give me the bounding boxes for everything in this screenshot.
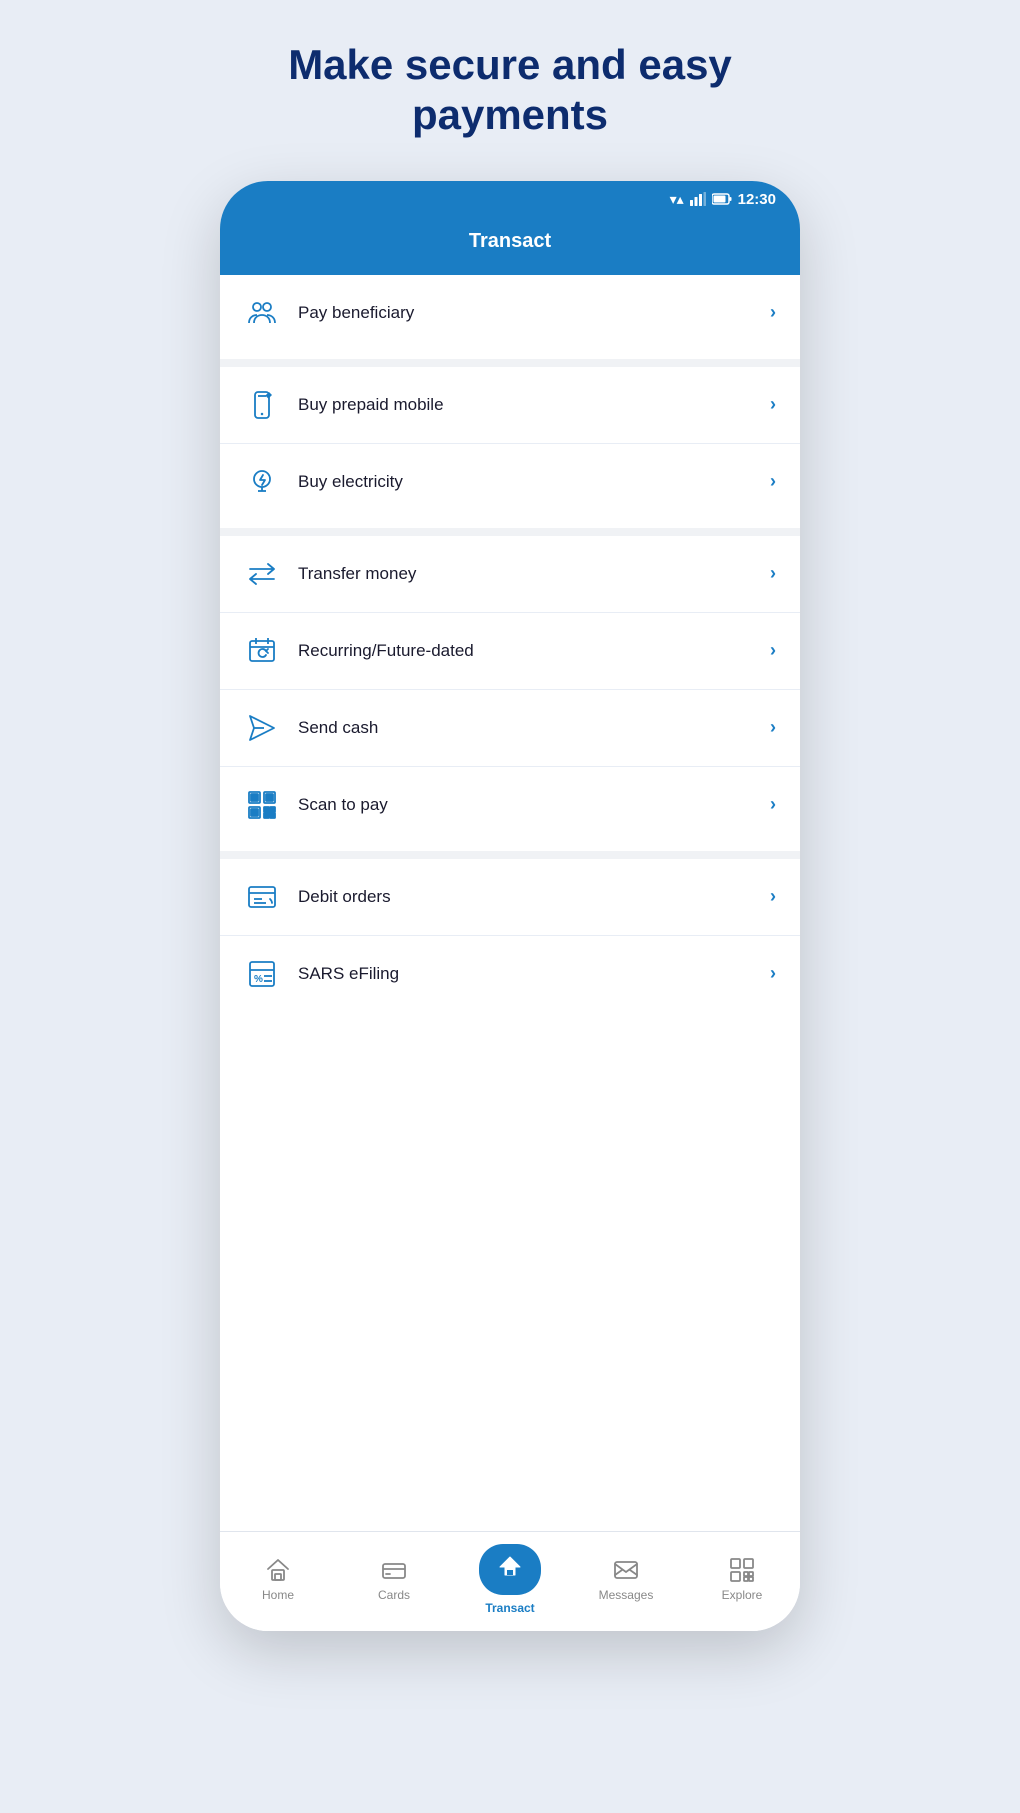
debit-orders-chevron: › xyxy=(770,886,776,907)
buy-prepaid-mobile-item[interactable]: Buy prepaid mobile › xyxy=(220,367,800,444)
svg-text:%: % xyxy=(254,974,263,985)
debit-orders-item[interactable]: Debit orders › xyxy=(220,859,800,936)
sars-efiling-item[interactable]: % SARS eFiling › xyxy=(220,936,800,1012)
section-4: Debit orders › % SARS eFiling › xyxy=(220,859,800,1012)
recurring-future-chevron: › xyxy=(770,640,776,661)
buy-electricity-chevron: › xyxy=(770,471,776,492)
battery-icon xyxy=(712,193,732,205)
transfer-money-label: Transfer money xyxy=(298,564,770,584)
sars-efiling-icon: % xyxy=(244,956,280,992)
section-3: Transfer money › Recurring/Future-dated … xyxy=(220,536,800,843)
content-area: Pay beneficiary › Buy prepaid xyxy=(220,275,800,1531)
nav-explore-label: Explore xyxy=(722,1588,763,1602)
status-bar: ▾▴ 12:30 xyxy=(220,181,800,214)
scan-to-pay-item[interactable]: Scan to pay › xyxy=(220,767,800,843)
transfer-money-chevron: › xyxy=(770,563,776,584)
phone-frame: ▾▴ 12:30 Transact xyxy=(220,181,800,1631)
nav-item-transact[interactable]: Transact xyxy=(470,1544,550,1615)
app-header-title: Transact xyxy=(469,230,551,252)
cards-icon xyxy=(380,1556,408,1584)
page-heading: Make secure and easy payments xyxy=(210,40,810,141)
home-icon xyxy=(264,1556,292,1584)
sars-efiling-chevron: › xyxy=(770,963,776,984)
recurring-future-label: Recurring/Future-dated xyxy=(298,641,770,661)
nav-item-home[interactable]: Home xyxy=(238,1556,318,1602)
recurring-future-item[interactable]: Recurring/Future-dated › xyxy=(220,613,800,690)
buy-electricity-item[interactable]: Buy electricity › xyxy=(220,444,800,520)
divider-2 xyxy=(220,528,800,536)
bottom-nav: Home Cards Transact xyxy=(220,1531,800,1631)
explore-icon xyxy=(728,1556,756,1584)
recurring-icon xyxy=(244,633,280,669)
pay-beneficiary-label: Pay beneficiary xyxy=(298,303,770,323)
buy-prepaid-mobile-icon xyxy=(244,387,280,423)
pay-beneficiary-item[interactable]: Pay beneficiary › xyxy=(220,275,800,351)
divider-3 xyxy=(220,851,800,859)
app-header: Transact xyxy=(220,214,800,275)
bottom-spacer xyxy=(220,1020,800,1040)
signal-icon xyxy=(690,192,706,206)
transfer-money-icon xyxy=(244,556,280,592)
buy-electricity-label: Buy electricity xyxy=(298,472,770,492)
send-cash-item[interactable]: Send cash › xyxy=(220,690,800,767)
pay-beneficiary-icon xyxy=(244,295,280,331)
send-cash-chevron: › xyxy=(770,717,776,738)
scan-to-pay-label: Scan to pay xyxy=(298,795,770,815)
nav-item-cards[interactable]: Cards xyxy=(354,1556,434,1602)
nav-transact-label: Transact xyxy=(485,1601,534,1615)
nav-home-label: Home xyxy=(262,1588,294,1602)
status-time: 12:30 xyxy=(738,191,776,208)
pay-beneficiary-chevron: › xyxy=(770,302,776,323)
nav-item-messages[interactable]: Messages xyxy=(586,1556,666,1602)
nav-item-explore[interactable]: Explore xyxy=(702,1556,782,1602)
buy-electricity-icon xyxy=(244,464,280,500)
messages-icon xyxy=(612,1556,640,1584)
nav-messages-label: Messages xyxy=(599,1588,654,1602)
section-2: Buy prepaid mobile › Buy electricity › xyxy=(220,367,800,520)
section-1: Pay beneficiary › xyxy=(220,275,800,351)
sars-efiling-label: SARS eFiling xyxy=(298,964,770,984)
wifi-icon: ▾▴ xyxy=(670,191,684,208)
scan-to-pay-icon xyxy=(244,787,280,823)
send-cash-icon xyxy=(244,710,280,746)
status-icons: ▾▴ 12:30 xyxy=(670,191,776,208)
buy-prepaid-mobile-label: Buy prepaid mobile xyxy=(298,395,770,415)
send-cash-label: Send cash xyxy=(298,718,770,738)
divider-1 xyxy=(220,359,800,367)
nav-cards-label: Cards xyxy=(378,1588,410,1602)
scan-to-pay-chevron: › xyxy=(770,794,776,815)
transfer-money-item[interactable]: Transfer money › xyxy=(220,536,800,613)
buy-prepaid-mobile-chevron: › xyxy=(770,394,776,415)
debit-orders-label: Debit orders xyxy=(298,887,770,907)
debit-orders-icon xyxy=(244,879,280,915)
